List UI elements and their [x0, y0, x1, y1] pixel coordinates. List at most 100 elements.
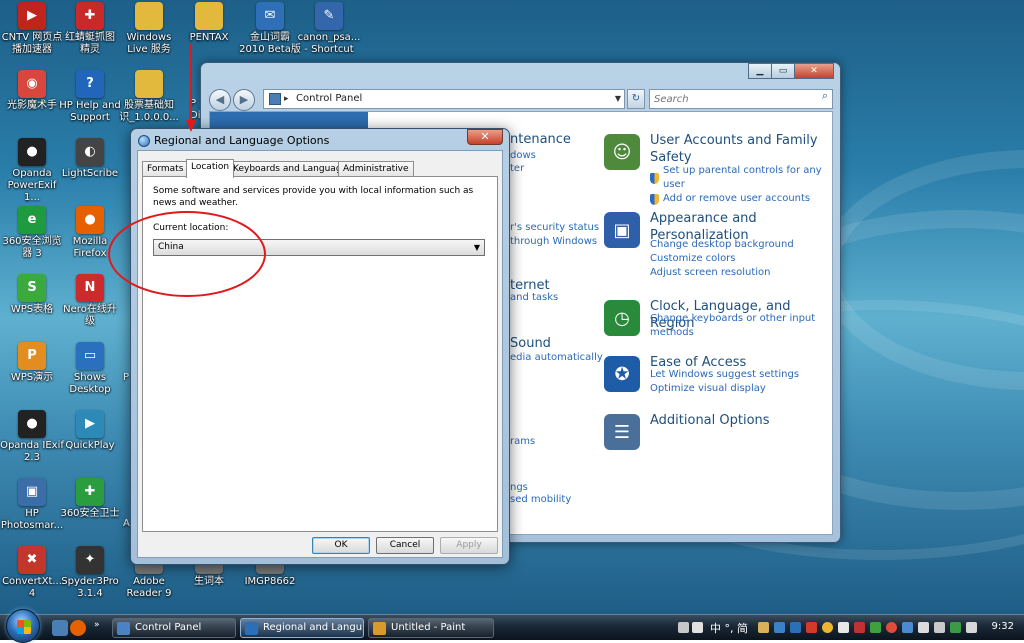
show-desktop-icon[interactable] — [52, 620, 68, 636]
category-link[interactable]: Optimize visual display — [650, 382, 830, 396]
desktop-icon[interactable]: ▶ CNTV 网页点 播加速器 — [0, 2, 64, 56]
search-icon[interactable]: ⌕ — [822, 89, 828, 103]
quick-launch-overflow-icon[interactable]: » — [94, 620, 104, 636]
cancel-button[interactable]: Cancel — [376, 537, 434, 554]
desktop-icon[interactable]: e 360安全浏览 器 3 — [0, 206, 64, 260]
obscured-category-text[interactable]: and tasks — [510, 292, 558, 303]
desktop-icon[interactable]: ▣ HP Photosmar... — [0, 478, 64, 532]
regional-language-dialog[interactable]: Regional and Language Options ✕ Formats … — [130, 128, 510, 565]
tray-app-icon[interactable] — [822, 622, 833, 633]
desktop-icon[interactable]: ✉ 金山词霸 2010 Beta版 — [238, 2, 302, 56]
obscured-category-text[interactable]: r's security status — [510, 222, 599, 233]
desktop-icon[interactable]: P WPS演示 — [0, 342, 64, 384]
category-link[interactable]: Customize colors — [650, 252, 830, 266]
category-title-link[interactable]: User Accounts and Family Safety — [650, 132, 830, 166]
desktop-icon[interactable]: ✚ 红蜻蜓抓图 精灵 — [58, 2, 122, 56]
desktop-icon[interactable]: ? HP Help and Support — [58, 70, 122, 124]
firefox-icon[interactable] — [70, 620, 86, 636]
tray-app-icon[interactable] — [774, 622, 785, 633]
obscured-category-text[interactable]: rams — [510, 436, 535, 447]
volume-icon[interactable] — [934, 622, 945, 633]
user-accounts-icon[interactable]: ☺ — [604, 134, 640, 170]
category-link[interactable]: Set up parental controls for any user — [650, 164, 830, 192]
obscured-category-text[interactable]: dows — [510, 150, 536, 161]
keyboard-icon[interactable] — [678, 622, 689, 633]
obscured-category-text[interactable]: edia automatically — [510, 352, 603, 363]
back-button[interactable]: ◀ — [209, 89, 231, 111]
taskbar-button[interactable]: Untitled - Paint — [368, 618, 494, 638]
desktop-icon-label: 360安全卫士 — [60, 508, 120, 519]
desktop-icon[interactable]: ◐ LightScribe — [58, 138, 122, 180]
tray-app-icon[interactable] — [886, 622, 897, 633]
taskbar-button[interactable]: Control Panel — [112, 618, 236, 638]
maximize-button[interactable]: ▭ — [771, 63, 795, 79]
category-link[interactable]: Add or remove user accounts — [650, 192, 830, 206]
tray-app-icon[interactable] — [870, 622, 881, 633]
search-input[interactable] — [649, 89, 833, 109]
minimize-button[interactable]: ▁ — [748, 63, 772, 79]
clock[interactable]: 9:32 — [992, 621, 1014, 632]
obscured-category-text[interactable]: ngs — [510, 482, 528, 493]
desktop-icon[interactable]: ▭ Shows Desktop — [58, 342, 122, 396]
desktop-icon[interactable]: ◉ 光影魔术手 — [0, 70, 64, 112]
tray-app-icon[interactable] — [806, 622, 817, 633]
ime-indicator[interactable]: 中 °, 简 — [710, 620, 748, 636]
taskbar-button[interactable]: Regional and Langu... — [240, 618, 364, 638]
power-icon[interactable] — [950, 622, 961, 633]
desktop-icon[interactable]: N Nero在线升 级 — [58, 274, 122, 328]
close-button[interactable]: ✕ — [467, 129, 503, 145]
start-button[interactable] — [6, 609, 40, 643]
current-location-select[interactable]: China ▼ — [153, 239, 485, 256]
refresh-button[interactable]: ↻ — [627, 89, 645, 109]
desktop-icon[interactable]: ✦ Spyder3Pro 3.1.4 — [58, 546, 122, 600]
obscured-category-text[interactable]: sed mobility — [510, 494, 571, 505]
apply-button[interactable]: Apply — [440, 537, 498, 554]
desktop-icon[interactable]: ✖ ConvertXt... 4 — [0, 546, 64, 600]
desktop-icon[interactable]: 股票基础知 识_1.0.0.0... — [117, 70, 181, 124]
tray-app-icon[interactable] — [758, 622, 769, 633]
tab-administrative[interactable]: Administrative — [338, 161, 414, 177]
category-title-link[interactable]: Additional Options — [650, 412, 830, 429]
category-link[interactable]: Adjust screen resolution — [650, 266, 830, 280]
appearance-icon[interactable]: ▣ — [604, 212, 640, 248]
desktop-icon[interactable]: ▶ QuickPlay — [58, 410, 122, 452]
tray-app-icon[interactable] — [790, 622, 801, 633]
category-link[interactable]: Change keyboards or other input methods — [650, 312, 830, 340]
category-link[interactable]: Change desktop background — [650, 238, 830, 252]
category-link[interactable]: Let Windows suggest settings — [650, 368, 830, 382]
chevron-down-icon[interactable]: ▼ — [615, 90, 621, 108]
globe-clock-icon[interactable]: ◷ — [604, 300, 640, 336]
address-bar[interactable]: ▸ Control Panel ▼ — [263, 89, 625, 109]
obscured-category-text[interactable]: ntenance — [510, 132, 571, 147]
obscured-category-text[interactable]: Sound — [510, 336, 551, 351]
close-button[interactable]: ✕ — [794, 63, 834, 79]
ok-button[interactable]: OK — [312, 537, 370, 554]
tab-formats[interactable]: Formats — [142, 161, 189, 177]
arrow-left-icon: ◀ — [215, 93, 225, 106]
additional-options-icon[interactable]: ☰ — [604, 414, 640, 450]
desktop-icon[interactable]: ● Opanda PowerExif 1... — [0, 138, 64, 204]
obscured-category-text[interactable]: ter — [510, 163, 524, 174]
desktop-icon[interactable]: S WPS表格 — [0, 274, 64, 316]
desktop-icon[interactable]: ✚ 360安全卫士 — [58, 478, 122, 520]
desktop-icon[interactable]: ● Opanda IExif 2.3 — [0, 410, 64, 464]
chevron-down-icon[interactable]: ▼ — [474, 240, 480, 255]
obscured-category-text[interactable]: through Windows — [510, 236, 597, 247]
arrow-right-icon: ▶ — [239, 93, 249, 106]
desktop-icon[interactable]: Windows Live 服务 — [117, 2, 181, 56]
breadcrumb-arrow-icon[interactable]: ▸ — [284, 90, 289, 108]
desktop-icon[interactable]: PENTAX — [177, 2, 241, 44]
desktop-partial-label: Di — [190, 110, 201, 121]
tray-app-icon[interactable] — [966, 622, 977, 633]
language-bar-icon[interactable] — [692, 622, 703, 633]
desktop-icon[interactable]: ✎ canon_psa... - Shortcut — [297, 2, 361, 56]
tray-app-icon[interactable] — [838, 622, 849, 633]
tray-app-icon[interactable] — [854, 622, 865, 633]
desktop-icon[interactable]: ● Mozilla Firefox — [58, 206, 122, 260]
forward-button[interactable]: ▶ — [233, 89, 255, 111]
network-icon[interactable] — [918, 622, 929, 633]
obscured-category-text[interactable]: ternet — [510, 278, 550, 293]
ease-of-access-icon[interactable]: ✪ — [604, 356, 640, 392]
tab-location[interactable]: Location — [186, 159, 235, 178]
tray-app-icon[interactable] — [902, 622, 913, 633]
